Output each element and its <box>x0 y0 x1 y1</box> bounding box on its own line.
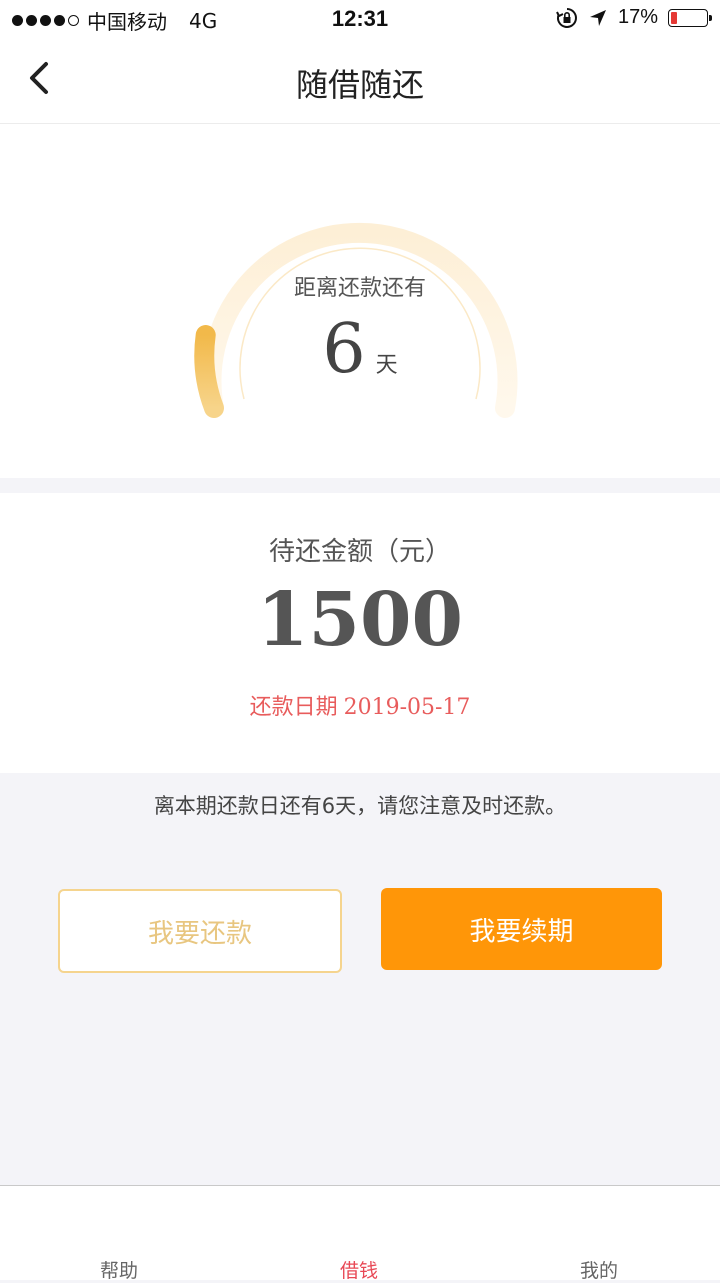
repayment-reminder: 离本期还款日还有6天，请您注意及时还款。 <box>153 794 567 818</box>
tab-help[interactable]: 帮助 <box>59 1256 179 1283</box>
gauge-label: 距离还款还有 <box>293 276 426 301</box>
battery-icon <box>668 8 712 27</box>
renew-button[interactable]: 我要续期 <box>381 888 662 970</box>
amount-value: 1500 <box>257 577 463 663</box>
amount-card: 待还金额（元） 1500 还款日期 2019-05-17 <box>0 493 720 773</box>
status-bar: 中国移动 4G 12:31 17% <box>0 0 720 40</box>
days-unit: 天 <box>375 353 398 378</box>
battery-percent: 17% <box>617 6 658 28</box>
battery-level-fill <box>671 11 677 24</box>
status-right: 17% <box>556 6 712 29</box>
rotation-lock-icon <box>556 7 577 28</box>
due-date: 还款日期 2019-05-17 <box>0 689 720 721</box>
nav-bar: 随借随还 <box>0 40 720 124</box>
tab-borrow[interactable]: 借钱 <box>299 1256 419 1283</box>
repay-button[interactable]: 我要还款 <box>58 889 342 973</box>
amount-label: 待还金额（元） <box>268 537 451 567</box>
page-title: 随借随还 <box>295 66 424 104</box>
tab-bar: 帮助 借钱 我的 <box>0 1185 720 1283</box>
location-arrow-icon <box>589 9 606 26</box>
countdown-gauge-card: 距离还款还有 6天 <box>0 124 720 478</box>
tab-mine[interactable]: 我的 <box>539 1256 659 1283</box>
gauge-value-group: 6天 <box>0 310 720 389</box>
due-date-label: 还款日期 <box>249 695 338 720</box>
days-remaining-value: 6 <box>322 310 366 389</box>
due-date-value: 2019-05-17 <box>343 695 471 720</box>
